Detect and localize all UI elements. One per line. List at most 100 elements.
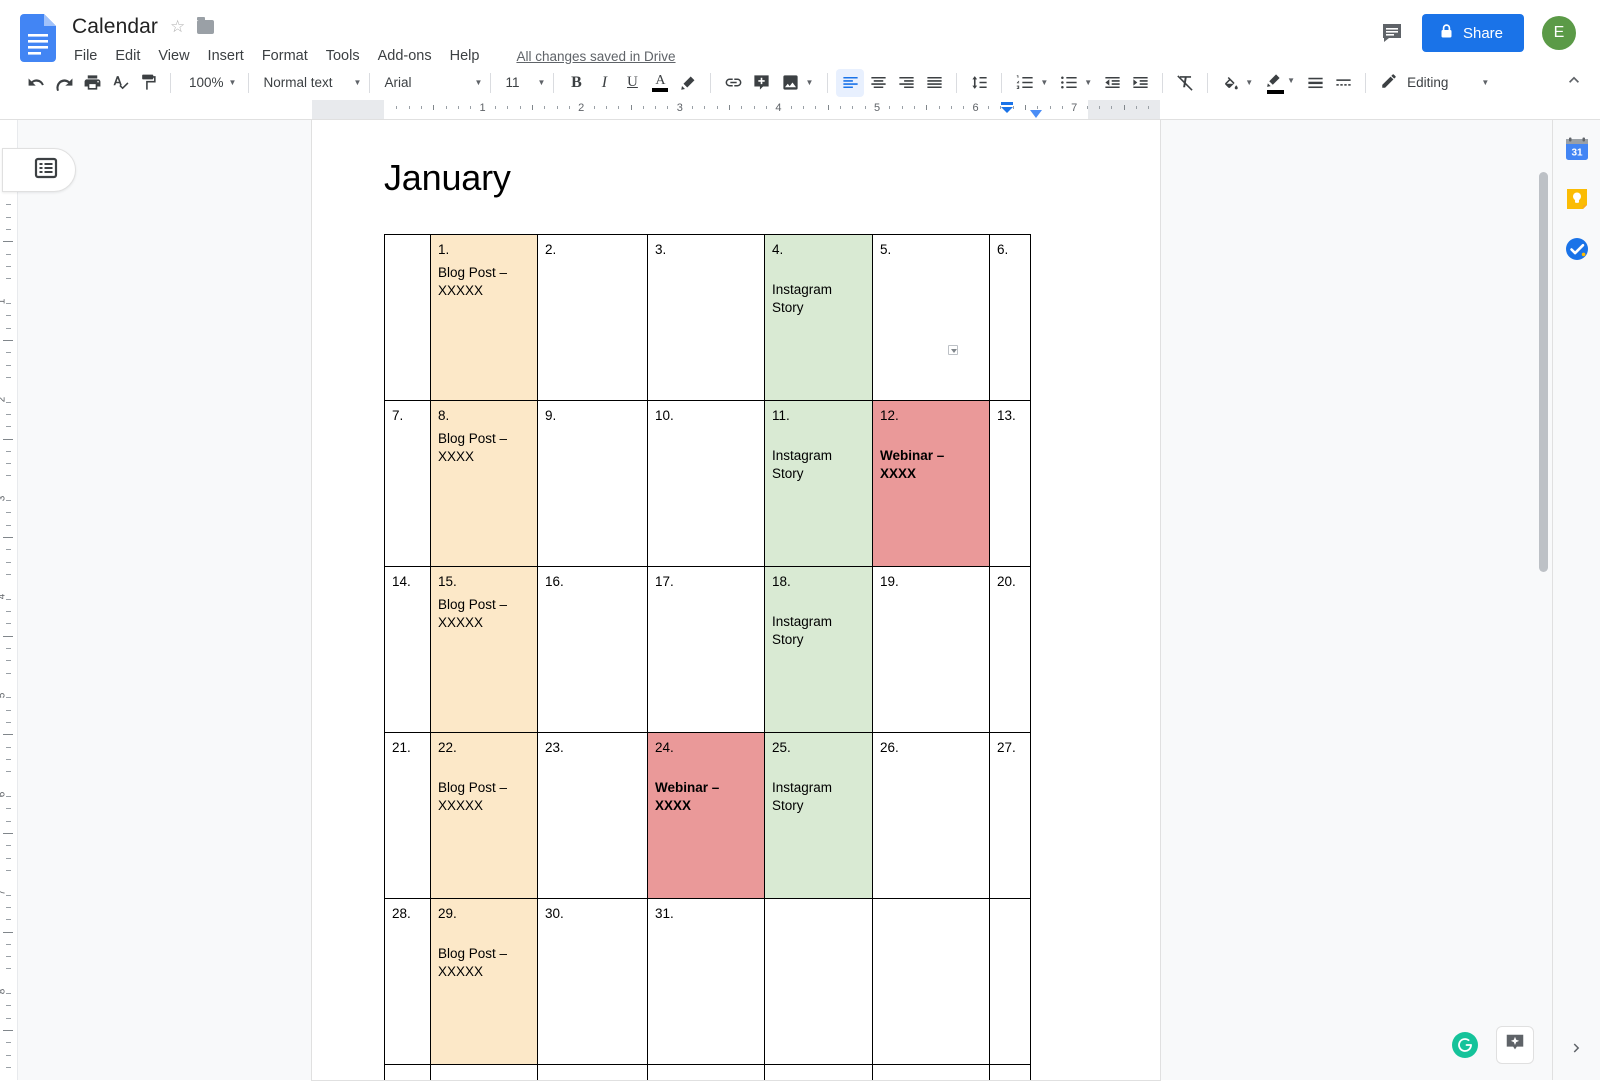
increase-indent-icon[interactable] bbox=[1126, 69, 1154, 97]
calendar-cell[interactable] bbox=[384, 1064, 431, 1080]
calendar-cell[interactable]: 26. bbox=[872, 732, 990, 899]
lock-icon bbox=[1439, 23, 1454, 43]
border-dash-icon[interactable] bbox=[1329, 69, 1357, 97]
horizontal-ruler[interactable]: 1 2 3 4 5 6 7 bbox=[0, 100, 1600, 120]
calendar-cell[interactable]: 25. Instagram Story bbox=[764, 732, 873, 899]
border-color-icon[interactable]: ▼ bbox=[1259, 69, 1301, 97]
line-spacing-icon[interactable] bbox=[965, 69, 993, 97]
calendar-cell[interactable]: 30. bbox=[537, 898, 648, 1065]
day-number: 27. bbox=[997, 740, 1016, 755]
calendar-cell[interactable]: 28. bbox=[384, 898, 431, 1065]
underline-button[interactable]: U bbox=[618, 69, 646, 97]
font-size-selector[interactable]: 11 ▼ bbox=[499, 75, 545, 90]
paragraph-style-selector[interactable]: Normal text ▼ bbox=[257, 75, 361, 90]
calendar-cell[interactable] bbox=[764, 1064, 873, 1080]
decrease-indent-icon[interactable] bbox=[1098, 69, 1126, 97]
chevron-right-icon[interactable] bbox=[1568, 1039, 1586, 1062]
calendar-cell[interactable]: 14. bbox=[384, 566, 431, 733]
border-width-icon[interactable] bbox=[1301, 69, 1329, 97]
font-family-selector[interactable]: Arial ▼ bbox=[378, 75, 482, 90]
calendar-cell[interactable]: 18. Instagram Story bbox=[764, 566, 873, 733]
document-title[interactable]: Calendar bbox=[72, 14, 158, 40]
insert-link-icon[interactable] bbox=[719, 69, 747, 97]
calendar-cell[interactable]: 22. Blog Post – XXXXX bbox=[430, 732, 538, 899]
collapse-toolbar-button[interactable] bbox=[1564, 70, 1590, 95]
calendar-cell[interactable]: 12. Webinar – XXXX bbox=[872, 400, 990, 567]
editing-mode-selector[interactable]: Editing ▼ bbox=[1374, 72, 1493, 93]
google-docs-icon[interactable] bbox=[20, 14, 56, 62]
share-button[interactable]: Share bbox=[1421, 14, 1524, 52]
calendar-cell[interactable]: 20. bbox=[989, 566, 1031, 733]
calendar-cell[interactable] bbox=[647, 1064, 765, 1080]
print-icon[interactable] bbox=[78, 69, 106, 97]
document-outline-button[interactable] bbox=[2, 148, 76, 192]
folder-icon[interactable] bbox=[197, 17, 215, 34]
calendar-cell[interactable]: 24. Webinar – XXXX bbox=[647, 732, 765, 899]
align-center-icon[interactable] bbox=[864, 69, 892, 97]
calendar-cell[interactable]: 7. bbox=[384, 400, 431, 567]
add-comment-icon[interactable] bbox=[747, 69, 775, 97]
bold-button[interactable]: B bbox=[562, 69, 590, 97]
vertical-ruler[interactable]: 123456789 bbox=[0, 120, 18, 1080]
calendar-cell[interactable]: 3. bbox=[647, 234, 765, 401]
calendar-cell[interactable]: 1. Blog Post – XXXXX bbox=[430, 234, 538, 401]
italic-button[interactable]: I bbox=[590, 69, 618, 97]
calendar-cell[interactable]: 6. bbox=[989, 234, 1031, 401]
calendar-cell[interactable]: 9. bbox=[537, 400, 648, 567]
table-resize-handle[interactable] bbox=[948, 345, 958, 355]
text-color-button[interactable]: A bbox=[646, 69, 674, 97]
calendar-cell[interactable]: 29. Blog Post – XXXXX bbox=[430, 898, 538, 1065]
paint-format-icon[interactable] bbox=[134, 69, 162, 97]
calendar-cell[interactable]: 19. bbox=[872, 566, 990, 733]
calendar-cell[interactable]: 10. bbox=[647, 400, 765, 567]
calendar-cell[interactable]: 2. bbox=[537, 234, 648, 401]
calendar-cell[interactable] bbox=[989, 1064, 1031, 1080]
calendar-cell[interactable] bbox=[384, 234, 431, 401]
calendar-cell[interactable]: 8. Blog Post – XXXX bbox=[430, 400, 538, 567]
calendar-cell[interactable]: 17. bbox=[647, 566, 765, 733]
calendar-cell[interactable]: 27. bbox=[989, 732, 1031, 899]
align-right-icon[interactable] bbox=[892, 69, 920, 97]
calendar-cell[interactable] bbox=[537, 1064, 648, 1080]
google-keep-icon[interactable] bbox=[1564, 186, 1590, 212]
numbered-list-icon[interactable]: ▼ bbox=[1010, 69, 1054, 97]
calendar-cell[interactable]: 5. bbox=[872, 234, 990, 401]
calendar-cell[interactable] bbox=[872, 898, 990, 1065]
calendar-cell[interactable]: 31. bbox=[647, 898, 765, 1065]
zoom-selector[interactable]: 100% ▼ bbox=[179, 75, 240, 90]
insert-image-icon[interactable]: ▼ bbox=[775, 69, 819, 97]
calendar-cell[interactable]: 11. Instagram Story bbox=[764, 400, 873, 567]
document-page[interactable]: January 1. Blog Post – XXXXX 2. 3. 4. Instagr… bbox=[312, 120, 1160, 1080]
calendar-cell[interactable]: 16. bbox=[537, 566, 648, 733]
grammarly-icon[interactable] bbox=[1452, 1032, 1478, 1058]
calendar-cell[interactable]: 4. Instagram Story bbox=[764, 234, 873, 401]
cell-background-color-icon[interactable]: ▼ bbox=[1216, 69, 1259, 97]
explore-button[interactable] bbox=[1496, 1026, 1534, 1064]
day-number: 8. bbox=[438, 408, 450, 423]
bulleted-list-icon[interactable]: ▼ bbox=[1054, 69, 1098, 97]
calendar-table[interactable]: 1. Blog Post – XXXXX 2. 3. 4. Instagram Story… bbox=[384, 234, 1031, 1080]
google-calendar-icon[interactable]: 31 bbox=[1564, 136, 1590, 162]
vertical-scrollbar-track[interactable] bbox=[1537, 120, 1552, 1080]
align-left-icon[interactable] bbox=[836, 68, 865, 97]
calendar-cell[interactable] bbox=[872, 1064, 990, 1080]
spellcheck-icon[interactable] bbox=[106, 69, 134, 97]
calendar-cell[interactable]: 13. bbox=[989, 400, 1031, 567]
save-status[interactable]: All changes saved in Drive bbox=[516, 49, 675, 64]
align-justify-icon[interactable] bbox=[920, 69, 948, 97]
calendar-cell[interactable] bbox=[430, 1064, 538, 1080]
vertical-scrollbar-thumb[interactable] bbox=[1539, 172, 1548, 572]
calendar-cell[interactable]: 23. bbox=[537, 732, 648, 899]
redo-icon[interactable] bbox=[50, 69, 78, 97]
calendar-cell[interactable] bbox=[989, 898, 1031, 1065]
undo-icon[interactable] bbox=[22, 69, 50, 97]
star-icon[interactable]: ☆ bbox=[170, 17, 185, 37]
comment-icon[interactable] bbox=[1380, 21, 1404, 45]
calendar-cell[interactable] bbox=[764, 898, 873, 1065]
clear-formatting-icon[interactable] bbox=[1171, 69, 1199, 97]
highlight-pen-icon[interactable] bbox=[674, 69, 702, 97]
google-tasks-icon[interactable] bbox=[1564, 236, 1590, 262]
calendar-cell[interactable]: 21. bbox=[384, 732, 431, 899]
calendar-cell[interactable]: 15. Blog Post – XXXXX bbox=[430, 566, 538, 733]
avatar[interactable]: E bbox=[1542, 16, 1576, 50]
